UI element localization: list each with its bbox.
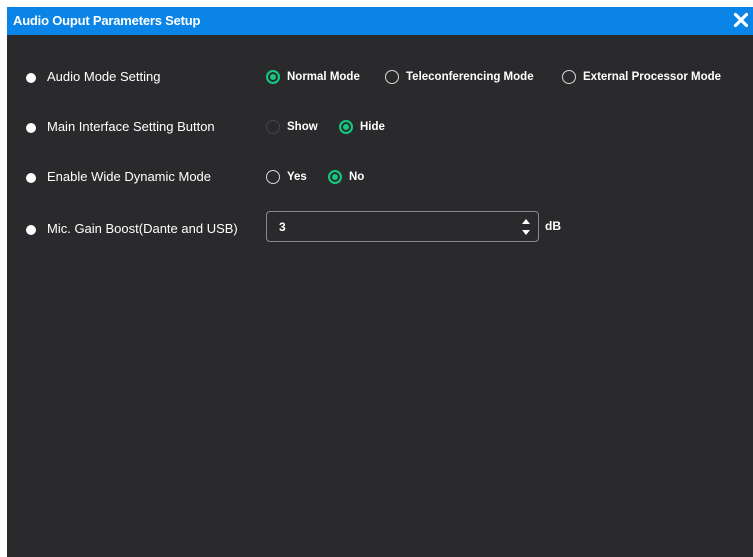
radio-hide[interactable]: Hide — [339, 117, 385, 137]
bullet-icon — [26, 73, 36, 83]
wide-dynamic-label: Enable Wide Dynamic Mode — [47, 169, 212, 184]
mic-gain-input[interactable]: 3 — [266, 211, 539, 242]
radio-selected-icon — [266, 70, 280, 84]
radio-external-processor-mode[interactable]: External Processor Mode — [562, 67, 721, 87]
radio-teleconferencing-mode[interactable]: Teleconferencing Mode — [385, 67, 534, 87]
bullet-icon — [26, 225, 36, 235]
radio-unselected-icon — [266, 170, 280, 184]
audio-mode-row: Audio Mode Setting Normal Mode Teleconfe… — [7, 62, 753, 92]
radio-unselected-icon — [385, 70, 399, 84]
bullet-icon — [26, 123, 36, 133]
audio-output-dialog: Audio Ouput Parameters Setup Audio Mode … — [7, 7, 753, 557]
stepper-down-icon[interactable] — [522, 230, 530, 235]
radio-yes[interactable]: Yes — [266, 167, 307, 187]
audio-mode-label: Audio Mode Setting — [47, 69, 161, 84]
radio-selected-icon — [339, 120, 353, 134]
close-icon[interactable] — [731, 10, 751, 30]
mic-gain-row: Mic. Gain Boost(Dante and USB) 3 dB — [7, 211, 753, 242]
dialog-title-bar: Audio Ouput Parameters Setup — [7, 7, 753, 35]
radio-teleconferencing-mode-label: Teleconferencing Mode — [406, 71, 534, 83]
mic-gain-value: 3 — [279, 220, 286, 234]
main-interface-button-row: Main Interface Setting Button Show Hide — [7, 112, 753, 142]
radio-show[interactable]: Show — [266, 117, 318, 137]
bullet-icon — [26, 173, 36, 183]
radio-unselected-icon — [266, 120, 280, 134]
radio-show-label: Show — [287, 121, 318, 133]
mic-gain-stepper[interactable] — [522, 217, 532, 237]
wide-dynamic-row: Enable Wide Dynamic Mode Yes No — [7, 162, 753, 192]
main-interface-button-label: Main Interface Setting Button — [47, 119, 215, 134]
radio-no-label: No — [349, 171, 365, 183]
dialog-title: Audio Ouput Parameters Setup — [13, 13, 201, 28]
radio-no[interactable]: No — [328, 167, 364, 187]
mic-gain-unit: dB — [545, 219, 561, 233]
radio-external-processor-mode-label: External Processor Mode — [583, 71, 722, 83]
radio-hide-label: Hide — [360, 121, 385, 133]
mic-gain-label: Mic. Gain Boost(Dante and USB) — [47, 221, 238, 236]
radio-normal-mode-label: Normal Mode — [287, 71, 360, 83]
stepper-up-icon[interactable] — [522, 219, 530, 224]
radio-yes-label: Yes — [287, 171, 307, 183]
radio-unselected-icon — [562, 70, 576, 84]
radio-normal-mode[interactable]: Normal Mode — [266, 67, 360, 87]
radio-selected-icon — [328, 170, 342, 184]
